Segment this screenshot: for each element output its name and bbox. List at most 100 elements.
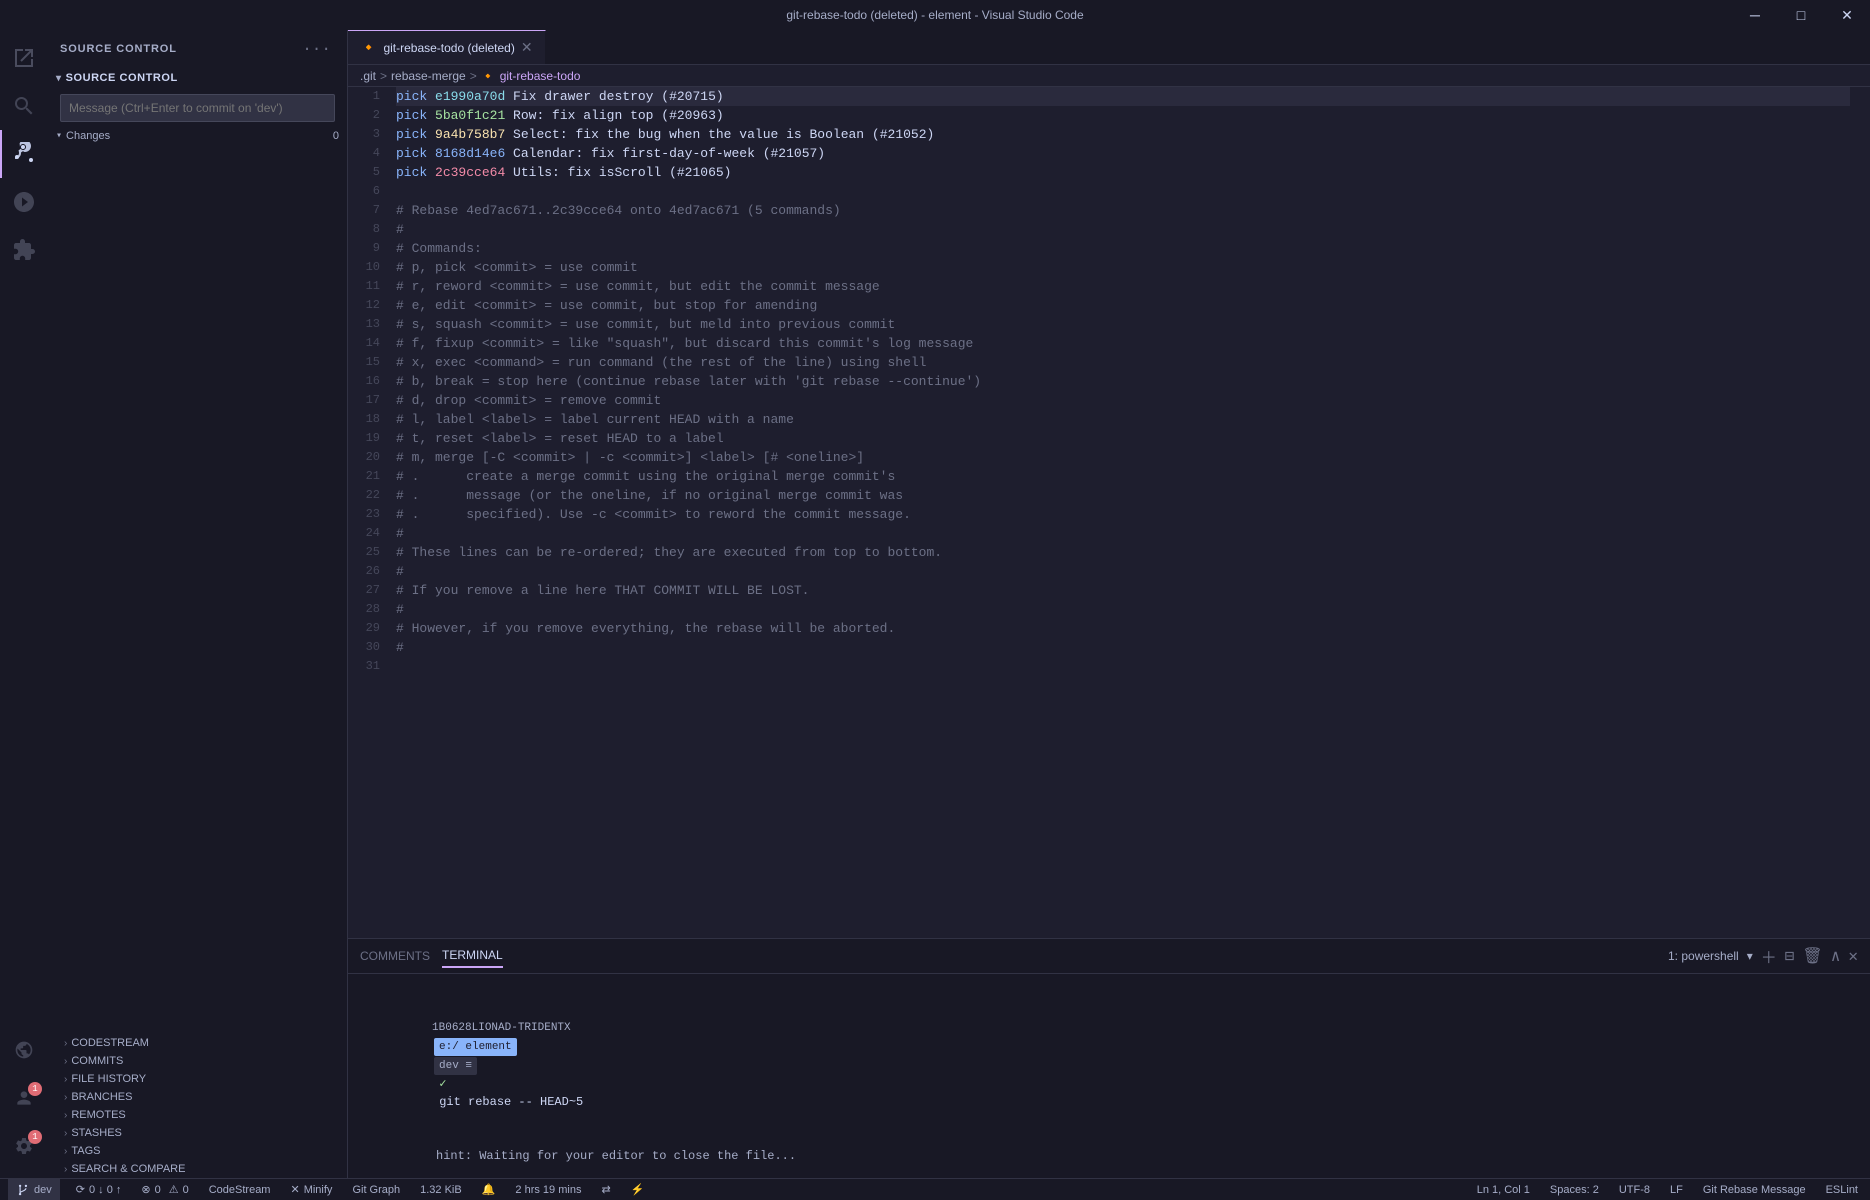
code-line-9: # Commands: — [396, 239, 1850, 258]
code-line-26: # — [396, 562, 1850, 581]
status-encoding[interactable]: UTF-8 — [1615, 1179, 1654, 1200]
status-position[interactable]: Ln 1, Col 1 — [1473, 1179, 1534, 1200]
activity-source-control[interactable] — [0, 130, 48, 178]
eol-label: LF — [1670, 1184, 1683, 1196]
file-history-label: FILE HISTORY — [71, 1073, 146, 1085]
status-language[interactable]: Git Rebase Message — [1699, 1179, 1810, 1200]
breadcrumb-sep2: > — [470, 69, 477, 83]
status-filesize[interactable]: 1.32 KiB — [416, 1179, 466, 1200]
changes-section-header[interactable]: ▾ Changes 0 — [48, 128, 347, 144]
close-button[interactable]: ✕ — [1824, 0, 1870, 30]
terminal-close-button[interactable]: ✕ — [1848, 946, 1858, 966]
terminal-host-1: 1B0628LIONAD-TRIDENTX — [432, 1022, 571, 1034]
sidebar-item-search-compare[interactable]: › SEARCH & COMPARE — [48, 1160, 347, 1178]
breadcrumb-file[interactable]: git-rebase-todo — [500, 69, 581, 83]
status-port[interactable]: ⇄ — [597, 1179, 614, 1200]
sidebar-item-tags[interactable]: › TAGS — [48, 1142, 347, 1160]
commit-message-input[interactable] — [60, 94, 335, 122]
status-gitgraph[interactable]: Git Graph — [348, 1179, 404, 1200]
active-tab[interactable]: 🔸 git-rebase-todo (deleted) ✕ — [348, 30, 546, 64]
file-history-chevron-icon: › — [64, 1074, 67, 1085]
remotes-chevron-icon: › — [64, 1110, 67, 1121]
activity-settings[interactable]: 1 — [0, 1122, 48, 1170]
activity-account[interactable]: 1 — [0, 1074, 48, 1122]
activity-search[interactable] — [0, 82, 48, 130]
terminal-dev-1: dev ≡ — [434, 1057, 477, 1075]
code-line-20: # m, merge [-C <commit> | -c <commit>] <… — [396, 448, 1850, 467]
minimize-button[interactable]: ─ — [1732, 0, 1778, 30]
terminal-controls: 1: powershell ▾ ＋ ⊟ 🗑 ∧ ✕ — [1660, 944, 1858, 968]
source-control-section-header[interactable]: ▾ SOURCE CONTROL — [48, 68, 347, 88]
sync-icon: ⟳ — [76, 1183, 85, 1196]
status-errors[interactable]: ⊗ 0 ⚠ 0 — [137, 1179, 192, 1200]
activity-remote[interactable] — [0, 1026, 48, 1074]
status-codestream[interactable]: CodeStream — [205, 1179, 275, 1200]
tab-comments[interactable]: COMMENTS — [360, 945, 430, 967]
maximize-button[interactable]: □ — [1778, 0, 1824, 30]
terminal-maximize-button[interactable]: ∧ — [1831, 946, 1841, 966]
minify-icon: ✕ — [290, 1183, 299, 1196]
code-line-31 — [396, 657, 1850, 676]
breadcrumb-rebase-merge[interactable]: rebase-merge — [391, 69, 466, 83]
activity-extensions[interactable] — [0, 226, 48, 274]
code-line-23: # . specified). Use -c <commit> to rewor… — [396, 505, 1850, 524]
breadcrumb-git[interactable]: .git — [360, 69, 376, 83]
sidebar-item-branches[interactable]: › BRANCHES — [48, 1088, 347, 1106]
tab-close-button[interactable]: ✕ — [521, 39, 533, 56]
terminal-instance-label: 1: powershell — [1668, 949, 1739, 963]
sidebar-actions: ··· — [298, 38, 335, 60]
code-line-30: # — [396, 638, 1850, 657]
port-icon: ⇄ — [601, 1183, 610, 1196]
error-icon: ⊗ — [141, 1183, 150, 1196]
status-sync[interactable]: ⟳ 0 ↓ 0 ↑ — [72, 1179, 126, 1200]
code-line-29: # However, if you remove everything, the… — [396, 619, 1850, 638]
code-line-25: # These lines can be re-ordered; they ar… — [396, 543, 1850, 562]
code-container[interactable]: 1 2 3 4 5 6 7 8 9 10 11 12 13 14 15 16 1… — [348, 87, 1870, 938]
status-eol[interactable]: LF — [1666, 1179, 1687, 1200]
sidebar-bottom-sections: › CODESTREAM › COMMITS › FILE HISTORY › … — [48, 1034, 347, 1178]
activity-explorer[interactable] — [0, 34, 48, 82]
terminal-trash-button[interactable]: 🗑 — [1802, 946, 1822, 966]
activity-bar: 1 1 — [0, 30, 48, 1178]
editor-area: 🔸 git-rebase-todo (deleted) ✕ .git > reb… — [348, 30, 1870, 1178]
sidebar-item-stashes[interactable]: › STASHES — [48, 1124, 347, 1142]
codestream-status: CodeStream — [209, 1184, 271, 1196]
terminal-instance-dropdown[interactable]: ▾ — [1747, 949, 1753, 963]
sidebar-main-title: SOURCE CONTROL — [60, 43, 177, 55]
activity-run-debug[interactable] — [0, 178, 48, 226]
tab-terminal[interactable]: TERMINAL — [442, 944, 503, 968]
chevron-down-icon: ▾ — [56, 73, 62, 84]
tags-label: TAGS — [71, 1145, 100, 1157]
sidebar-item-file-history[interactable]: › FILE HISTORY — [48, 1070, 347, 1088]
status-eslint[interactable]: ESLint — [1822, 1179, 1862, 1200]
sidebar-item-remotes[interactable]: › REMOTES — [48, 1106, 347, 1124]
tags-chevron-icon: › — [64, 1146, 67, 1157]
sidebar-item-codestream[interactable]: › CODESTREAM — [48, 1034, 347, 1052]
breadcrumb-sep1: > — [380, 69, 387, 83]
settings-badge: 1 — [28, 1130, 42, 1144]
code-line-2: pick 5ba0f1c21 Row: fix align top (#2096… — [396, 106, 1850, 125]
code-editor[interactable]: pick e1990a70d Fix drawer destroy (#2071… — [388, 87, 1870, 938]
terminal-branch-1: e:/ element — [434, 1038, 517, 1056]
code-line-11: # r, reword <commit> = use commit, but e… — [396, 277, 1850, 296]
sync-status: 0 ↓ 0 ↑ — [89, 1184, 121, 1196]
search-compare-chevron-icon: › — [64, 1164, 67, 1175]
branch-name: dev — [34, 1184, 52, 1196]
search-compare-label: SEARCH & COMPARE — [71, 1163, 185, 1175]
status-time[interactable]: 2 hrs 19 mins — [511, 1179, 585, 1200]
changes-label: Changes — [66, 130, 110, 142]
status-shield[interactable]: ⚡ — [627, 1179, 649, 1200]
status-minify[interactable]: ✕ Minify — [286, 1179, 336, 1200]
gitgraph-label: Git Graph — [352, 1184, 400, 1196]
code-line-15: # x, exec <command> = run command (the r… — [396, 353, 1850, 372]
sidebar-item-commits[interactable]: › COMMITS — [48, 1052, 347, 1070]
status-bell[interactable]: 🔔 — [478, 1179, 500, 1200]
status-branch[interactable]: dev — [8, 1179, 60, 1200]
terminal-split-button[interactable]: ⊟ — [1785, 946, 1795, 966]
breadcrumb-file-icon: 🔸 — [481, 69, 496, 83]
terminal-content[interactable]: 1B0628LIONAD-TRIDENTX e:/ element dev ≡ … — [348, 974, 1870, 1178]
terminal-add-button[interactable]: ＋ — [1761, 944, 1777, 968]
stashes-label: STASHES — [71, 1127, 122, 1139]
status-spaces[interactable]: Spaces: 2 — [1546, 1179, 1603, 1200]
more-actions-button[interactable]: ··· — [298, 38, 335, 60]
